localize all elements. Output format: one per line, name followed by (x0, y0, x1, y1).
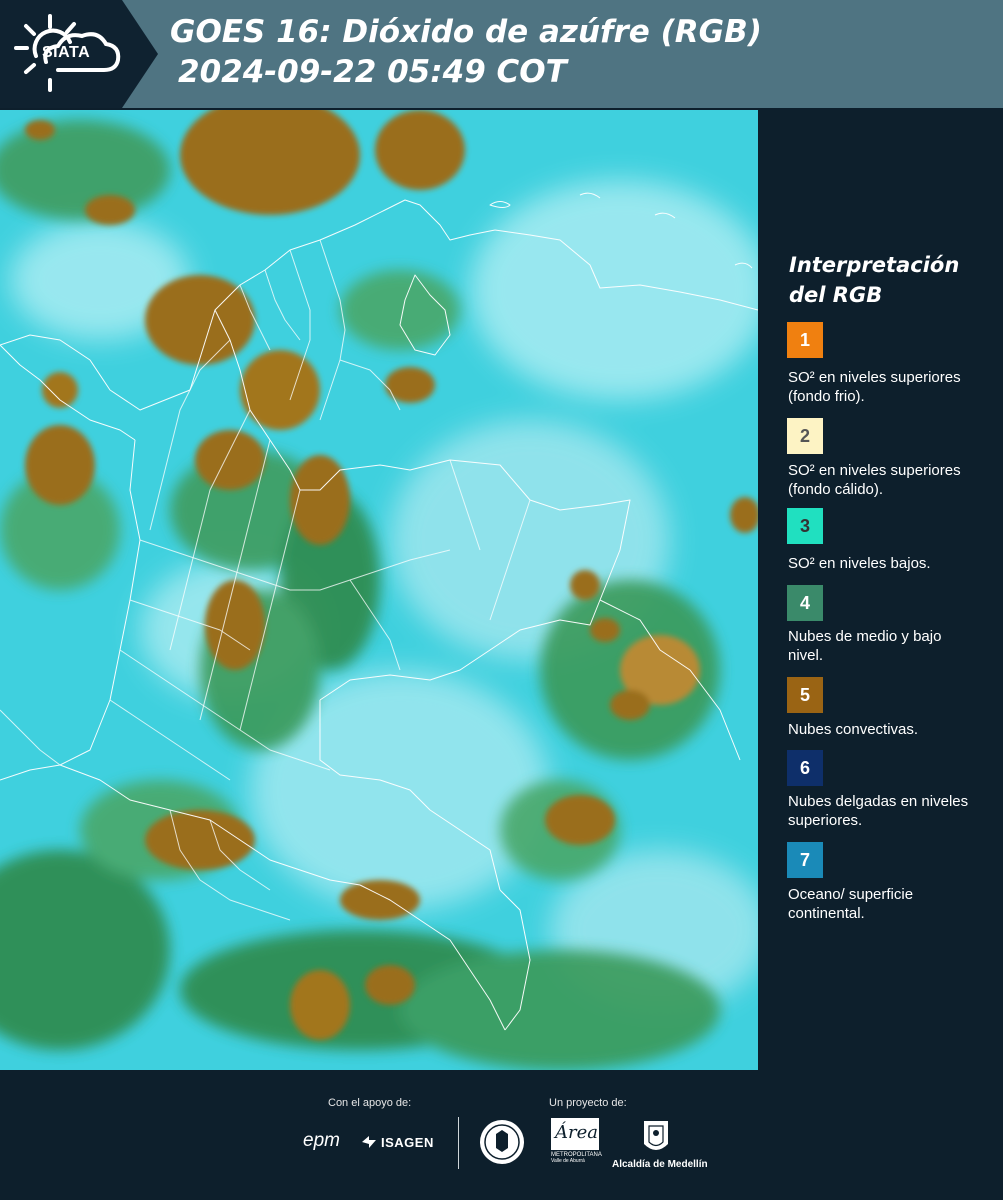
legend-title-line1: Interpretación (789, 253, 960, 277)
legend-panel: Interpretación del RGB 1 SO² en niveles … (758, 110, 1003, 1070)
sulfur-dioxide-rgb-image (0, 110, 758, 1070)
satellite-map (0, 110, 758, 1070)
isagen-logo-text: ISAGEN (381, 1134, 434, 1150)
legend-label-3: SO² en niveles bajos. (788, 555, 931, 572)
siata-logo-text: SIATA (42, 44, 91, 61)
legend-label-5: Nubes convectivas. (788, 721, 919, 738)
legend-swatch-2: 2 (787, 418, 823, 454)
area-metropolitana-logo: Área METROPOLITANA Valle de Aburrá (551, 1118, 602, 1168)
footer-divider (458, 1117, 459, 1169)
legend-swatch-4: 4 (787, 585, 823, 621)
medellin-coat-of-arms-icon (644, 1121, 668, 1150)
footer: Con el apoyo de: Un proyecto de: epm ISA… (0, 1070, 1003, 1200)
header-bar: SIATA GOES 16: Dióxido de azúfre (RGB) 2… (0, 0, 1003, 108)
epm-logo: epm (303, 1130, 340, 1151)
support-label: Con el apoyo de: (328, 1097, 412, 1109)
legend-title: Interpretación del RGB (789, 250, 989, 310)
isagen-logo: ISAGEN (360, 1134, 434, 1150)
project-label: Un proyecto de: (549, 1097, 627, 1109)
university-seal-icon (480, 1120, 524, 1164)
page-title: GOES 16: Dióxido de azúfre (RGB) (170, 14, 762, 50)
legend-title-line2: del RGB (789, 283, 883, 307)
legend-swatch-3: 3 (787, 508, 823, 544)
page-timestamp: 2024-09-22 05:49 COT (178, 54, 567, 90)
area-logo-sub2: Valle de Aburrá (551, 1158, 585, 1164)
legend-label-4: Nubes de medio y bajo nivel. (788, 628, 942, 664)
legend-label-1: SO² en niveles superiores (fondo frio). (788, 369, 961, 405)
legend-swatch-6: 6 (787, 750, 823, 786)
legend-swatch-7: 7 (787, 842, 823, 878)
legend-label-7: Oceano/ superficie continental. (788, 886, 914, 922)
isagen-mark-icon (362, 1136, 376, 1148)
logo-panel: SIATA (0, 0, 158, 108)
area-logo-text: Área (555, 1122, 598, 1143)
legend-label-2: SO² en niveles superiores (fondo cálido)… (788, 462, 961, 498)
legend-label-6: Nubes delgadas en niveles superiores. (788, 793, 969, 829)
alcaldia-logo-text: Alcaldía de Medellín (612, 1159, 708, 1170)
legend-swatch-5: 5 (787, 677, 823, 713)
legend-swatch-1: 1 (787, 322, 823, 358)
